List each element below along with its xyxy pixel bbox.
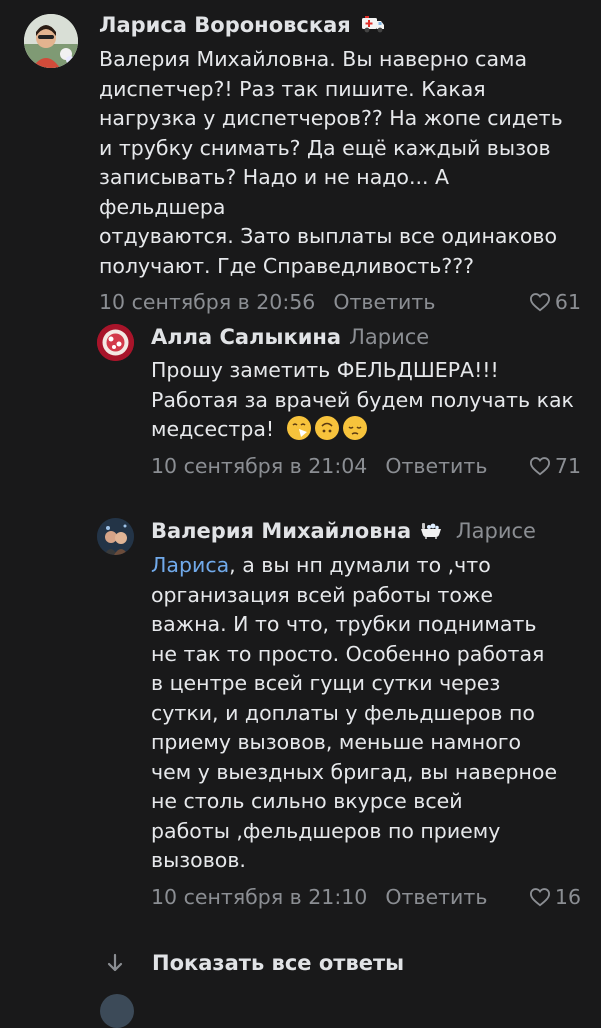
comment-date: 10 сентября в 20:56 <box>99 290 316 314</box>
comment-author[interactable]: Алла Салыкина <box>151 325 341 349</box>
avatar[interactable] <box>24 14 78 68</box>
bathtub-icon <box>420 519 442 545</box>
reply-button[interactable]: Ответить <box>333 290 435 314</box>
heart-icon <box>529 887 550 906</box>
pensive-face-icon <box>342 416 367 440</box>
comment-author[interactable]: Валерия Михайловна <box>151 519 411 543</box>
show-all-replies-label: Показать все ответы <box>152 951 405 975</box>
comment-date: 10 сентября в 21:10 <box>151 884 368 909</box>
comment-meta: 10 сентября в 21:04 Ответить 71 <box>151 451 581 481</box>
heart-icon <box>529 456 550 475</box>
comment-text: Валерия Михайловна. Вы наверно сама дисп… <box>99 47 563 278</box>
comment-date: 10 сентября в 21:04 <box>151 453 368 478</box>
like-button[interactable]: 71 <box>529 451 581 481</box>
like-count: 61 <box>554 290 581 314</box>
reply-to-label[interactable]: Ларисе <box>349 325 429 349</box>
arrow-down-icon <box>104 953 126 973</box>
like-button[interactable]: 61 <box>529 287 581 317</box>
comment-author[interactable]: Лариса Вороновская <box>99 13 351 37</box>
like-count: 71 <box>554 453 581 478</box>
reply-button[interactable]: Ответить <box>385 885 487 909</box>
mention-link[interactable]: Лариса <box>151 553 229 577</box>
avatar[interactable] <box>100 994 134 1028</box>
like-count: 16 <box>554 884 581 909</box>
comment-meta: 10 сентября в 21:10 Ответить 16 <box>151 882 581 912</box>
comment-text: Прошу заметить ФЕЛЬДШЕРА!!! Работая за в… <box>151 358 574 441</box>
reply-button[interactable]: Ответить <box>385 454 487 478</box>
comment-text: Лариса, а вы нп думали то ,что организац… <box>151 553 558 872</box>
ambulance-icon <box>361 13 385 39</box>
show-all-replies-button[interactable]: Показать все ответы <box>104 946 404 980</box>
avatar[interactable] <box>97 518 134 555</box>
sneezing-face-icon <box>286 416 311 440</box>
avatar[interactable] <box>97 324 134 361</box>
heart-icon <box>529 293 550 312</box>
reply-to-label[interactable]: Ларисе <box>456 519 536 543</box>
like-button[interactable]: 16 <box>529 882 581 912</box>
upside-down-face-icon <box>314 416 339 440</box>
comment-meta: 10 сентября в 20:56 Ответить 61 <box>99 287 581 317</box>
